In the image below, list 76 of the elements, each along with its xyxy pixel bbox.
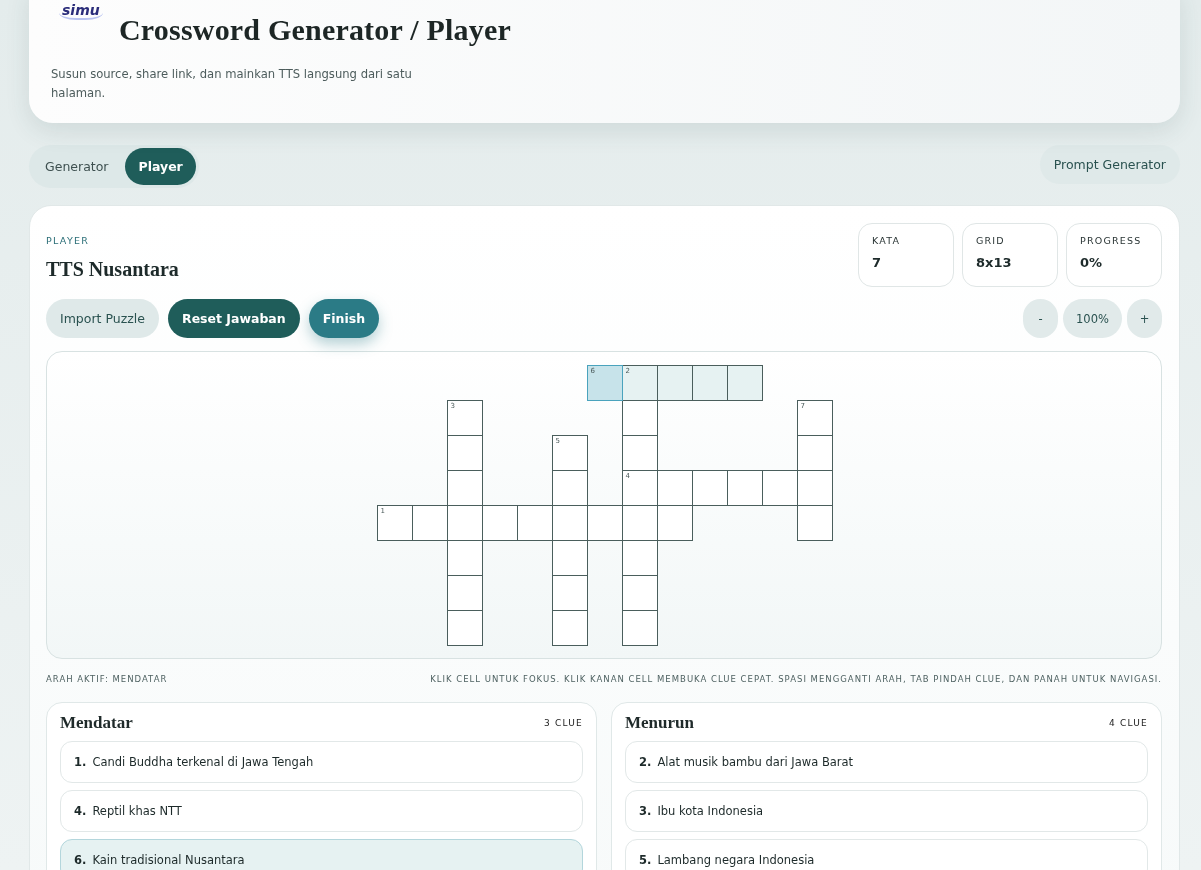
grid-cell[interactable] <box>446 610 483 646</box>
clue-item[interactable]: 4. Reptil khas NTT <box>60 790 583 832</box>
stat-value: 7 <box>872 255 883 270</box>
grid-cell[interactable] <box>446 505 483 541</box>
grid-cell[interactable] <box>411 505 448 541</box>
clue-text: Lambang negara Indonesia <box>657 853 815 867</box>
grid-cell[interactable] <box>656 470 693 506</box>
grid-cell[interactable] <box>656 365 693 401</box>
clue-item[interactable]: 2. Alat musik bambu dari Jawa Barat <box>625 741 1148 783</box>
stat-value: 8x13 <box>976 255 1013 270</box>
grid-cell[interactable] <box>761 470 798 506</box>
grid-cell[interactable] <box>551 470 588 506</box>
clue-number: 4. <box>74 804 87 818</box>
grid-cell[interactable] <box>796 505 833 541</box>
clue-item[interactable]: 6. Kain tradisional Nusantara <box>60 839 583 870</box>
grid-cell[interactable] <box>551 575 588 611</box>
grid-cell[interactable] <box>446 540 483 576</box>
clue-number: 2. <box>639 755 652 769</box>
mode-tab[interactable]: Player <box>125 148 196 185</box>
clue-count: 4 CLUE <box>1109 718 1148 728</box>
grid-cell[interactable] <box>621 400 658 436</box>
clue-text: Reptil khas NTT <box>92 804 182 818</box>
clue-item[interactable]: 1. Candi Buddha terkenal di Jawa Tengah <box>60 741 583 783</box>
grid-cell[interactable] <box>691 365 728 401</box>
clue-count: 3 CLUE <box>544 718 583 728</box>
clue-text: Kain tradisional Nusantara <box>92 853 245 867</box>
zoom-level[interactable]: 100% <box>1063 299 1122 338</box>
mode-tab[interactable]: Generator <box>32 148 122 185</box>
clue-list-title: Mendatar <box>60 713 133 733</box>
grid-cell[interactable] <box>446 470 483 506</box>
clue-text: Alat musik bambu dari Jawa Barat <box>657 755 854 769</box>
clue-number: 1. <box>74 755 87 769</box>
grid-cell[interactable] <box>551 540 588 576</box>
grid-cell[interactable] <box>726 470 763 506</box>
page-title: Crossword Generator / Player <box>119 13 511 47</box>
zoom-out-button[interactable]: - <box>1023 299 1058 338</box>
section-label: PLAYER <box>46 235 91 246</box>
help-text: KLIK CELL UNTUK FOKUS. KLIK KANAN CELL MEMBUKA CLUE CEPAT. SPASI MENGGANTI ARAH, TAB PINDAH CLUE, DAN PANAH UNTUK NAVIGASI. <box>430 674 1162 684</box>
logo: simu <box>59 2 103 20</box>
grid-cell[interactable] <box>481 505 518 541</box>
grid-cell[interactable] <box>551 505 588 541</box>
direction-status: ARAH AKTIF: MENDATAR <box>46 674 168 684</box>
zoom-in-button[interactable]: + <box>1127 299 1162 338</box>
prompt-generator-button[interactable]: Prompt Generator <box>1039 145 1180 184</box>
grid-cell[interactable] <box>621 610 658 646</box>
grid-cell[interactable] <box>446 435 483 471</box>
grid-cell[interactable] <box>621 435 658 471</box>
grid-cell[interactable] <box>516 505 553 541</box>
grid-cell[interactable] <box>551 610 588 646</box>
clue-list-title: Menurun <box>625 713 694 733</box>
clue-number: 5. <box>639 853 652 867</box>
stat-label: KATA <box>872 235 902 246</box>
grid-cell[interactable] <box>621 540 658 576</box>
clue-item[interactable]: 3. Ibu kota Indonesia <box>625 790 1148 832</box>
clue-number: 3. <box>639 804 652 818</box>
stat-label: GRID <box>976 235 1006 246</box>
grid-cell[interactable] <box>796 470 833 506</box>
clue-text: Candi Buddha terkenal di Jawa Tengah <box>92 755 314 769</box>
clue-item[interactable]: 5. Lambang negara Indonesia <box>625 839 1148 870</box>
stat-value: 0% <box>1080 255 1104 270</box>
grid-cell[interactable] <box>586 505 623 541</box>
clue-number: 6. <box>74 853 87 867</box>
action-button[interactable]: Finish <box>308 299 380 338</box>
action-button[interactable]: Import Puzzle <box>46 299 159 338</box>
action-button[interactable]: Reset Jawaban <box>168 299 300 338</box>
page-subtitle: Susun source, share link, dan mainkan TTS langsung dari satu halaman. <box>51 66 413 102</box>
grid-cell[interactable] <box>691 470 728 506</box>
grid-cell[interactable] <box>621 505 658 541</box>
grid-cell[interactable] <box>621 575 658 611</box>
grid-cell[interactable] <box>726 365 763 401</box>
stat-label: PROGRESS <box>1080 235 1143 246</box>
grid-cell[interactable] <box>656 505 693 541</box>
grid-cell[interactable] <box>796 435 833 471</box>
clue-text: Ibu kota Indonesia <box>657 804 764 818</box>
grid-cell[interactable] <box>446 575 483 611</box>
puzzle-title: TTS Nusantara <box>46 258 179 281</box>
